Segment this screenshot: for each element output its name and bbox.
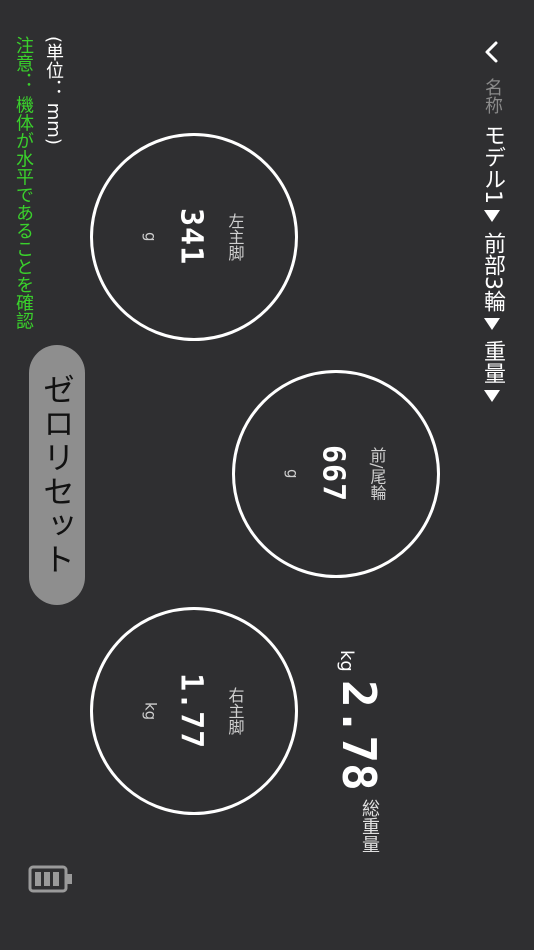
model-label: モデル1	[480, 124, 505, 204]
gauge-unit: kg	[141, 701, 160, 721]
front-wheel-gauge: 前/尾輪 667 g	[232, 370, 440, 578]
mode-label: 重量	[480, 340, 505, 384]
gauge-value: 667	[315, 445, 351, 503]
gauge-unit: g	[141, 232, 160, 242]
zero-reset-button[interactable]: ゼロリセット	[29, 345, 85, 605]
battery-indicator	[28, 864, 74, 898]
gauge-label: 右主脚	[225, 687, 245, 735]
name-label: 名称	[482, 78, 503, 114]
gauge-value: 1.77	[173, 672, 209, 750]
gauge-value: 341	[173, 208, 209, 266]
dropdown-arrow-icon	[481, 384, 503, 408]
total-weight: 総重量 2.78 kg	[332, 650, 386, 853]
total-unit: kg	[336, 650, 357, 672]
config-selector[interactable]: 前部3輪	[476, 232, 508, 336]
chevron-left-icon	[485, 41, 498, 63]
mode-selector[interactable]: 重量	[476, 340, 508, 408]
right-gear-gauge: 右主脚 1.77 kg	[90, 607, 298, 815]
total-value: 2.78	[332, 679, 386, 791]
level-warning: 注意： 機体が水平であることを確認	[13, 36, 34, 330]
header-bar: 名称 モデル1 前部3輪 重量	[476, 78, 508, 408]
gauge-label: 左主脚	[225, 213, 245, 261]
back-button[interactable]	[478, 38, 506, 66]
dropdown-arrow-icon	[481, 204, 503, 228]
unit-note: (単位： mm)	[43, 36, 64, 145]
left-gear-gauge: 左主脚 341 g	[90, 133, 298, 341]
total-label: 総重量	[359, 798, 380, 853]
gauge-label: 前/尾輪	[367, 447, 387, 501]
dropdown-arrow-icon	[481, 312, 503, 336]
gauge-unit: g	[283, 469, 302, 479]
model-selector[interactable]: モデル1	[476, 124, 508, 228]
config-label: 前部3輪	[480, 232, 505, 312]
battery-icon	[28, 865, 72, 893]
zero-reset-label: ゼロリセット	[38, 373, 76, 577]
